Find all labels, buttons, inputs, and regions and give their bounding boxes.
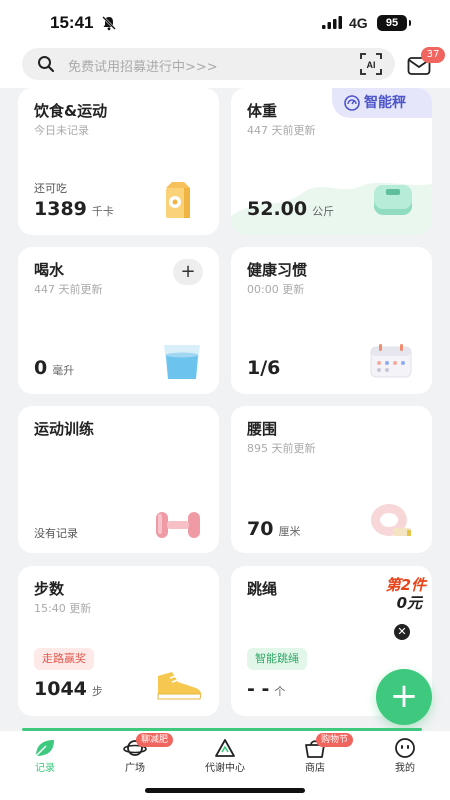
- add-water-button[interactable]: +: [173, 259, 203, 285]
- card-title: 饮食&运动: [34, 102, 108, 120]
- card-subtitle: 895 天前更新: [247, 442, 316, 455]
- water-glass-icon: [164, 345, 200, 379]
- signal-icon: [322, 16, 342, 29]
- card-subtitle: 447 天前更新: [34, 283, 103, 296]
- card-weight[interactable]: 智能秤 体重 447 天前更新 52.00 公斤: [231, 88, 432, 235]
- walk-reward-pill[interactable]: 走路赢奖: [34, 648, 94, 670]
- tab-badge: 购物节: [316, 733, 354, 747]
- card-title: 体重: [247, 102, 278, 120]
- card-water[interactable]: 喝水 447 天前更新 + 0 毫升: [18, 247, 219, 394]
- card-value: 1/6: [247, 357, 281, 379]
- network-label: 4G: [349, 15, 368, 31]
- card-subtitle: 447 天前更新: [247, 124, 316, 137]
- tab-label: 我的: [395, 763, 415, 774]
- calendar-icon: [370, 344, 412, 378]
- sneaker-icon: [157, 672, 202, 700]
- tab-metabolic-center[interactable]: 代谢中心: [180, 731, 270, 781]
- card-habits[interactable]: 健康习惯 00:00 更新 1/6: [231, 247, 432, 394]
- tab-square[interactable]: 聊减肥 广场: [90, 731, 180, 781]
- promo-line-2: 0元: [396, 594, 422, 612]
- scale-icon: [374, 185, 412, 215]
- tab-badge: 聊减肥: [136, 733, 174, 747]
- tab-shop[interactable]: 购物节 商店: [270, 731, 360, 781]
- smart-scale-tag[interactable]: 智能秤: [332, 88, 432, 118]
- battery-icon: 95: [377, 15, 411, 31]
- tape-measure-icon: [371, 504, 411, 536]
- card-value: 0 毫升: [34, 357, 75, 379]
- mail-badge: 37: [421, 47, 445, 63]
- face-icon: [395, 738, 415, 758]
- tab-label: 广场: [125, 763, 145, 774]
- food-bag-icon: [166, 182, 190, 218]
- card-value: 70 厘米: [247, 518, 301, 540]
- card-title: 健康习惯: [247, 261, 308, 279]
- scale-gauge-icon: [344, 95, 360, 111]
- card-waist[interactable]: 腰围 895 天前更新 70 厘米: [231, 406, 432, 553]
- card-diet[interactable]: 饮食&运动 今日未记录 还可吃 1389 千卡: [18, 88, 219, 235]
- ai-scan-icon[interactable]: AI: [360, 53, 382, 75]
- tab-mine[interactable]: 我的: [360, 731, 450, 781]
- card-subtitle: 15:40 更新: [34, 602, 92, 615]
- card-value: - -个: [247, 678, 286, 700]
- triangle-icon: [215, 739, 235, 757]
- dumbbell-icon: [156, 512, 200, 538]
- home-indicator: [145, 788, 305, 793]
- top-bar: 免费试用招募进行中>>> AI 37: [0, 44, 450, 88]
- card-subtitle: 00:00 更新: [247, 283, 305, 296]
- card-value: 52.00 公斤: [247, 198, 335, 220]
- close-icon[interactable]: ✕: [394, 624, 410, 640]
- tab-label: 记录: [35, 763, 55, 774]
- card-title: 喝水: [34, 261, 65, 279]
- card-steps[interactable]: 步数 15:40 更新 走路赢奖 1044 步: [18, 566, 219, 716]
- search-input[interactable]: 免费试用招募进行中>>> AI: [22, 48, 395, 80]
- card-label: 没有记录: [34, 527, 78, 540]
- card-title: 运动训练: [34, 420, 95, 438]
- svg-text:AI: AI: [367, 60, 376, 70]
- card-title: 步数: [34, 580, 65, 598]
- smart-scale-label: 智能秤: [364, 95, 406, 111]
- card-title: 腰围: [247, 420, 278, 438]
- card-training[interactable]: 运动训练 没有记录: [18, 406, 219, 553]
- leaf-icon: [35, 740, 54, 757]
- bell-off-icon: [102, 16, 116, 31]
- smart-rope-pill[interactable]: 智能跳绳: [247, 648, 307, 670]
- card-value: 1389 千卡: [34, 198, 114, 220]
- add-record-button[interactable]: +: [376, 669, 432, 725]
- card-label: 还可吃: [34, 182, 67, 195]
- tab-label: 代谢中心: [205, 763, 245, 774]
- search-icon: [38, 56, 55, 73]
- tab-record[interactable]: 记录: [0, 731, 90, 781]
- card-title: 跳绳: [247, 580, 278, 598]
- message-button[interactable]: 37: [405, 47, 445, 78]
- card-value: 1044 步: [34, 678, 103, 700]
- status-bar: 15:41 4G 95: [0, 0, 450, 44]
- tab-label: 商店: [305, 763, 325, 774]
- status-time: 15:41: [50, 13, 94, 32]
- search-placeholder: 免费试用招募进行中>>>: [68, 60, 218, 75]
- card-subtitle: 今日未记录: [34, 124, 89, 137]
